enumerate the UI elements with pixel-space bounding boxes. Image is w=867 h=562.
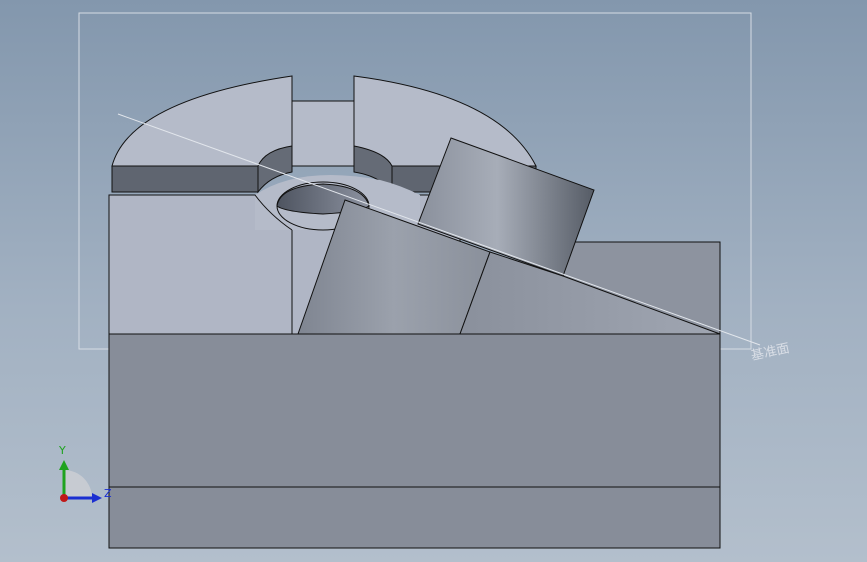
triad-quadrant xyxy=(64,470,92,498)
coordinate-triad[interactable]: Y Z xyxy=(58,444,112,503)
graphics-viewport[interactable]: 基准面 Y Z xyxy=(0,0,867,562)
base-block[interactable] xyxy=(108,333,721,549)
plane-label: 基准面 xyxy=(750,341,791,364)
y-axis-label: Y xyxy=(58,444,66,457)
origin-dot xyxy=(60,494,68,502)
y-axis-arrowhead xyxy=(59,460,69,470)
z-axis-arrowhead xyxy=(92,493,102,503)
z-axis-label: Z xyxy=(104,487,112,500)
